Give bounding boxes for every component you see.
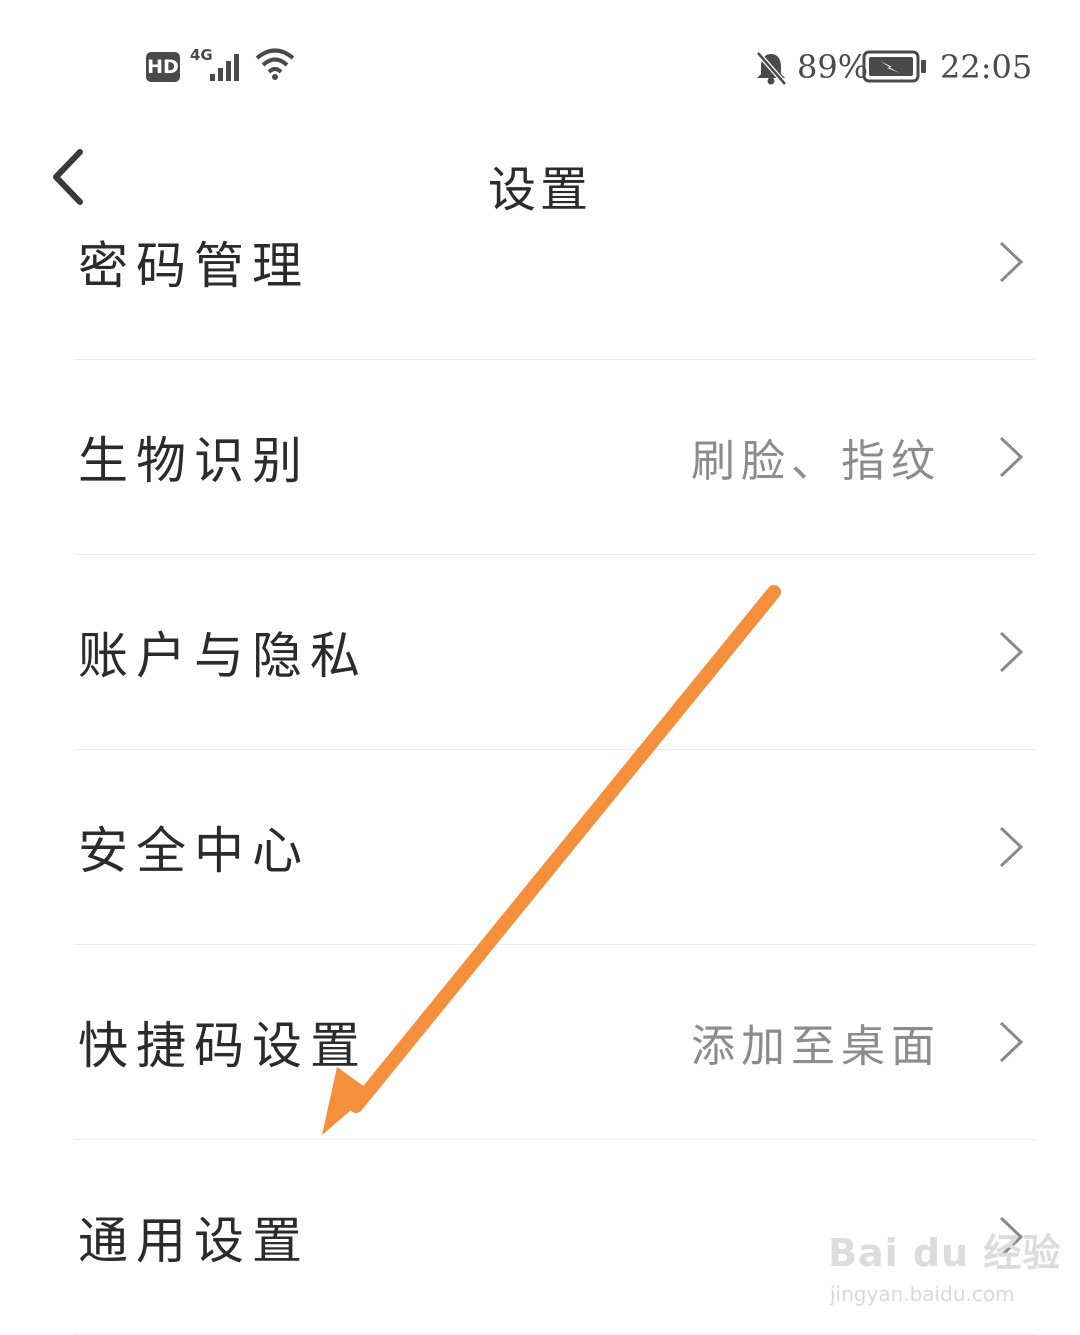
setting-value: 添加至桌面 [691, 1020, 941, 1072]
bell-off-icon [756, 51, 787, 86]
chevron-right-icon [999, 826, 1024, 867]
status-bar: HD 4G 89% 22:05 [0, 0, 1080, 130]
setting-row-biometrics[interactable]: 生物识别 刷脸、指纹 [74, 359, 1035, 555]
chevron-right-icon [999, 631, 1024, 672]
chevron-right-icon [999, 436, 1024, 477]
setting-label: 通用设置 [78, 1211, 310, 1270]
watermark-url: jingyan.baidu.com [830, 1282, 1015, 1306]
setting-label: 密码管理 [78, 236, 310, 295]
setting-row-security-center[interactable]: 安全中心 [74, 749, 1035, 945]
setting-row-password-management[interactable]: 密码管理 [74, 164, 1035, 360]
setting-label: 账户与隐私 [78, 626, 368, 685]
hd-icon: HD [146, 52, 180, 82]
clock: 22:05 [940, 48, 1033, 86]
setting-row-account-privacy[interactable]: 账户与隐私 [74, 554, 1035, 750]
setting-row-shortcut-code[interactable]: 快捷码设置 添加至桌面 [74, 944, 1035, 1140]
setting-label: 生物识别 [78, 431, 310, 490]
setting-label: 安全中心 [78, 821, 310, 880]
watermark: Bai du 经验 jingyan.baidu.com [828, 1218, 1060, 1318]
wifi-icon [255, 48, 295, 80]
setting-label: 快捷码设置 [78, 1016, 368, 1075]
watermark-brand: Bai du 经验 [828, 1231, 1062, 1275]
battery-percent: 89% [797, 48, 869, 86]
chevron-right-icon [999, 1021, 1024, 1062]
setting-value: 刷脸、指纹 [691, 435, 941, 487]
chevron-right-icon [999, 241, 1024, 282]
signal-icon [210, 54, 239, 81]
battery-charging-icon [862, 50, 926, 83]
